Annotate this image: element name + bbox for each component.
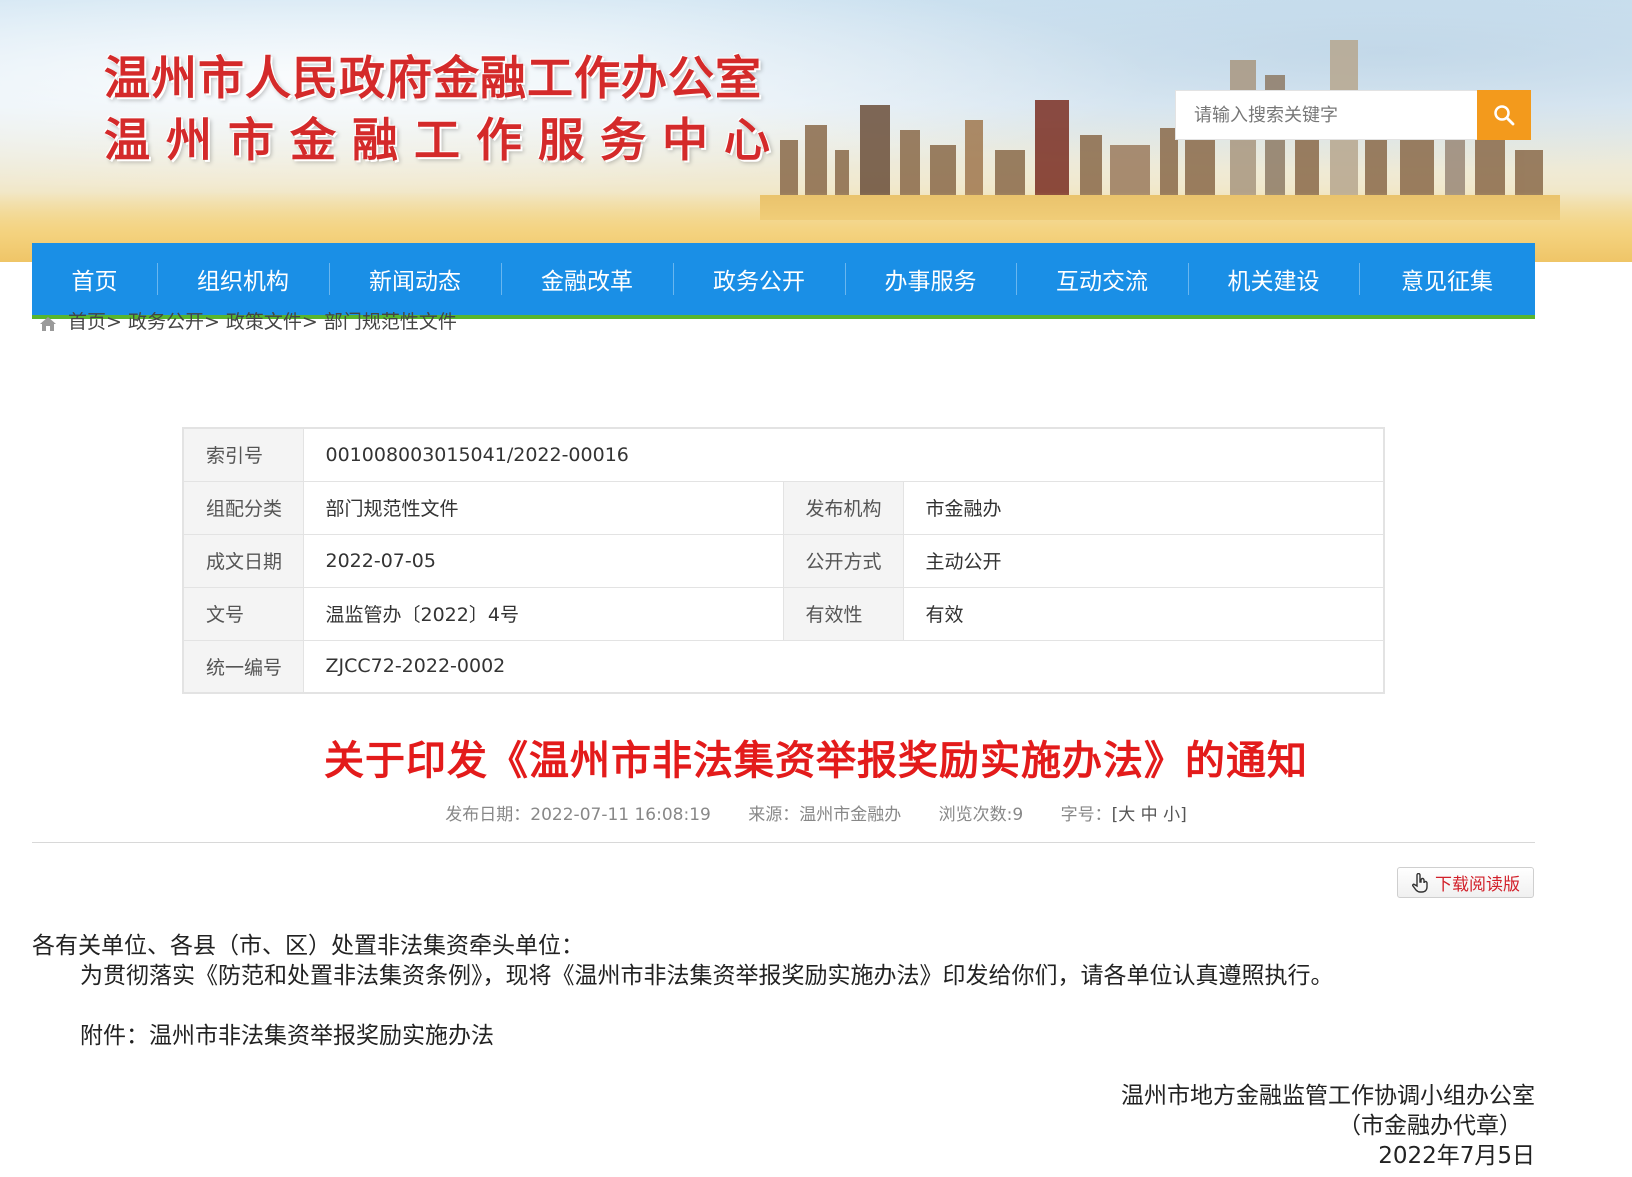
breadcrumb-path[interactable]: 首页> 政务公开> 政策文件> 部门规范性文件 <box>68 312 457 334</box>
nav-item-services[interactable]: 办事服务 <box>845 243 1016 315</box>
nav-item-home[interactable]: 首页 <box>32 243 157 315</box>
signing-date: 2022年7月5日 <box>1378 1143 1535 1169</box>
view-count: 浏览次数:9 <box>938 805 1024 825</box>
table-row: 统一编号 ZJCC72-2022-0002 <box>182 639 1385 694</box>
publish-date: 发布日期：2022-07-11 16:08:19 <box>445 805 711 825</box>
nav-item-news[interactable]: 新闻动态 <box>329 243 501 315</box>
publisher-value: 市金融办 <box>902 480 1385 535</box>
search-icon <box>1494 105 1515 126</box>
font-size-label: 字号： <box>1060 805 1112 825</box>
article-source: 来源：温州市金融办 <box>748 805 902 825</box>
signing-organization: 温州市地方金融监管工作协调小组办公室 <box>1121 1083 1535 1109</box>
validity-label: 有效性 <box>782 586 904 641</box>
search-input[interactable] <box>1176 91 1476 139</box>
hand-pointer-icon <box>1412 872 1428 893</box>
table-row: 组配分类 部门规范性文件 发布机构 市金融办 <box>182 480 1385 535</box>
table-row: 索引号 001008003015041/2022-00016 <box>182 427 1385 482</box>
category-value: 部门规范性文件 <box>302 480 784 535</box>
nav-item-interaction[interactable]: 互动交流 <box>1016 243 1188 315</box>
validity-value: 有效 <box>902 586 1385 641</box>
article-meta: 发布日期：2022-07-11 16:08:19 来源：温州市金融办 浏览次数:… <box>0 800 1632 825</box>
site-title-line1: 温州市人民政府金融工作办公室 <box>104 51 762 105</box>
nav-item-organization[interactable]: 组织机构 <box>157 243 329 315</box>
download-label: 下载阅读版 <box>1435 875 1520 895</box>
paragraph-1: 为贯彻落实《防范和处置非法集资条例》，现将《温州市非法集资举报奖励实施办法》印发… <box>80 963 1334 989</box>
font-size-switcher[interactable]: [大 中 小] <box>1112 805 1187 825</box>
doc-number-label: 文号 <box>182 586 304 641</box>
open-method-value: 主动公开 <box>902 533 1385 588</box>
salutation: 各有关单位、各县（市、区）处置非法集资牵头单位： <box>32 933 584 959</box>
unified-code-label: 统一编号 <box>182 639 304 694</box>
article-title: 关于印发《温州市非法集资举报奖励实施办法》的通知 <box>324 738 1308 784</box>
table-row: 成文日期 2022-07-05 公开方式 主动公开 <box>182 533 1385 588</box>
document-info-table: 索引号 001008003015041/2022-00016 组配分类 部门规范… <box>182 427 1385 694</box>
nav-item-finance-reform[interactable]: 金融改革 <box>501 243 673 315</box>
download-reading-version-button[interactable]: 下载阅读版 <box>1397 867 1534 898</box>
attachment-line[interactable]: 附件：温州市非法集资举报奖励实施办法 <box>80 1016 494 1050</box>
open-method-label: 公开方式 <box>782 533 904 588</box>
main-nav: 首页 组织机构 新闻动态 金融改革 政务公开 办事服务 互动交流 机关建设 意见… <box>32 243 1535 315</box>
unified-code-value: ZJCC72-2022-0002 <box>302 639 1385 694</box>
breadcrumb: 首页> 政务公开> 政策文件> 部门规范性文件 <box>38 312 457 334</box>
home-icon <box>40 317 56 331</box>
search-button[interactable] <box>1477 90 1531 140</box>
divider <box>32 842 1535 843</box>
nav-item-feedback[interactable]: 意见征集 <box>1359 243 1535 315</box>
nav-item-party-building[interactable]: 机关建设 <box>1188 243 1359 315</box>
table-row: 文号 温监管办〔2022〕4号 有效性 有效 <box>182 586 1385 641</box>
doc-number-value: 温监管办〔2022〕4号 <box>302 586 784 641</box>
nav-item-gov-affairs[interactable]: 政务公开 <box>673 243 845 315</box>
date-label: 成文日期 <box>182 533 304 588</box>
header-banner: 温州市人民政府金融工作办公室 温州市金融工作服务中心 <box>0 0 1632 262</box>
index-label: 索引号 <box>182 427 304 482</box>
category-label: 组配分类 <box>182 480 304 535</box>
publisher-label: 发布机构 <box>782 480 904 535</box>
date-value: 2022-07-05 <box>302 533 784 588</box>
signing-seal: （市金融办代章） <box>1338 1113 1522 1139</box>
site-title-line2: 温州市金融工作服务中心 <box>104 113 786 167</box>
search-box <box>1175 90 1531 140</box>
index-value: 001008003015041/2022-00016 <box>302 427 1385 482</box>
